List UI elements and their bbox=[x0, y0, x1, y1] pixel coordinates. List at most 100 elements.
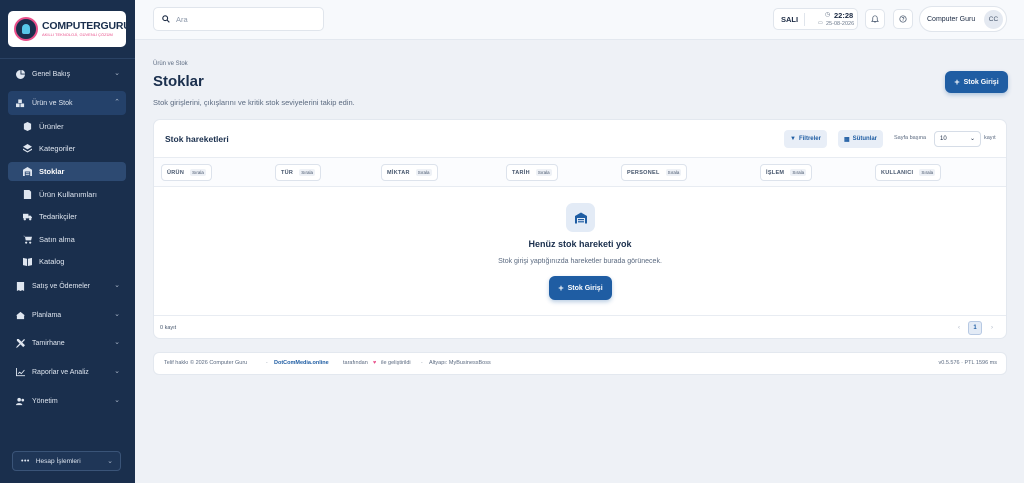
column-header-kullanici[interactable]: KULLANICI Sırala bbox=[875, 164, 942, 181]
chevron-down-icon: ⌄ bbox=[114, 282, 120, 289]
sidebar-item-label: Satın alma bbox=[39, 235, 75, 244]
sort-button[interactable]: Sırala bbox=[190, 169, 206, 176]
chart-pie-icon bbox=[16, 69, 25, 79]
time-label: 22:28 bbox=[834, 11, 854, 20]
page-title: Stoklar bbox=[153, 73, 204, 90]
cart-icon bbox=[23, 235, 32, 244]
empty-state-description: Stok girişi yaptığınızda hareketler bura… bbox=[498, 258, 662, 265]
sidebar-item-label: Yönetim bbox=[32, 397, 58, 405]
column-header-tur[interactable]: TÜR Sırala bbox=[275, 164, 321, 181]
sidebar-item-genel-bakis[interactable]: Genel Bakış ⌄ bbox=[8, 62, 126, 86]
truck-icon bbox=[23, 212, 32, 221]
plus-icon: + bbox=[954, 77, 960, 87]
sort-button[interactable]: Sırala bbox=[665, 169, 682, 176]
plus-icon: + bbox=[558, 283, 564, 293]
sidebar-item-planlama[interactable]: Planlama ⌄ bbox=[8, 303, 126, 327]
tools-icon bbox=[16, 338, 25, 348]
sidebar-item-satis-ve-odemeler[interactable]: Satış ve Ödemeler ⌄ bbox=[8, 274, 126, 298]
column-header-islem[interactable]: İŞLEM Sırala bbox=[760, 164, 813, 181]
columns-button[interactable]: ▦ Sütunlar bbox=[838, 130, 884, 148]
prev-page-button[interactable]: ‹ bbox=[952, 321, 966, 335]
sidebar-item-label: Genel Bakış bbox=[32, 70, 71, 78]
sidebar-item-katalog[interactable]: Katalog bbox=[8, 252, 126, 271]
sidebar-item-raporlar-ve-analiz[interactable]: Raporlar ve Analiz ⌄ bbox=[8, 360, 126, 384]
version-text: v0.5.576 · PTL 1596 ms bbox=[938, 360, 998, 366]
sidebar-item-yonetim[interactable]: Yönetim ⌄ bbox=[8, 389, 126, 413]
sidebar-item-label: Ürün Kullanımları bbox=[39, 190, 97, 199]
search-input[interactable] bbox=[176, 14, 316, 24]
user-name: Computer Guru bbox=[927, 15, 976, 23]
brand-name: COMPUTERGURU bbox=[42, 20, 131, 33]
user-menu[interactable]: Computer Guru CC bbox=[919, 6, 1007, 32]
brand-logo[interactable]: COMPUTERGURU AKILLI TEKNOLOJİ, GÜVENLİ Ç… bbox=[8, 11, 131, 47]
chevron-down-icon: ⌄ bbox=[114, 311, 120, 318]
sort-button[interactable]: Sırala bbox=[919, 169, 936, 176]
next-page-button[interactable]: › bbox=[985, 321, 999, 335]
help-button[interactable] bbox=[893, 9, 913, 29]
sort-button[interactable]: Sırala bbox=[790, 169, 807, 176]
sidebar-item-label: Ürünler bbox=[39, 122, 64, 131]
search-box[interactable] bbox=[153, 7, 324, 31]
per-page-value: 10 bbox=[940, 136, 947, 142]
chevron-down-icon: ⌄ bbox=[114, 368, 120, 375]
box-icon bbox=[23, 122, 32, 131]
sidebar-item-urun-ve-stok[interactable]: Ürün ve Stok ⌃ bbox=[8, 91, 126, 115]
column-name: PERSONEL bbox=[627, 169, 660, 176]
sidebar-item-satin-alma[interactable]: Satın alma bbox=[8, 230, 126, 249]
sidebar-item-label: Kategoriler bbox=[39, 144, 76, 153]
sidebar-item-tedarikciler[interactable]: Tedarikçiler bbox=[8, 207, 126, 226]
account-actions-button[interactable]: ••• Hesap İşlemleri ⌄ bbox=[12, 451, 121, 471]
heart-icon: ♥ bbox=[373, 360, 377, 366]
developed-by-text: tarafından bbox=[343, 360, 368, 366]
boxes-icon bbox=[16, 98, 25, 108]
warehouse-icon bbox=[566, 203, 595, 232]
chevron-up-icon: ⌃ bbox=[114, 99, 120, 106]
sort-button[interactable]: Sırala bbox=[299, 169, 315, 176]
datetime-divider bbox=[804, 13, 805, 26]
sidebar-item-label: Tedarikçiler bbox=[39, 212, 77, 221]
column-header-urun[interactable]: ÜRÜN Sırala bbox=[161, 164, 212, 181]
sidebar-item-urun-kullanimlari[interactable]: Ürün Kullanımları bbox=[8, 185, 126, 204]
column-name: MİKTAR bbox=[387, 169, 410, 176]
datetime-widget: SALI ◷ 22:28 ▭ 25-08-2026 bbox=[773, 8, 858, 30]
sidebar-item-label: Raporlar ve Analiz bbox=[32, 368, 89, 376]
chevron-down-icon: ⌄ bbox=[114, 339, 120, 346]
breadcrumb[interactable]: Ürün ve Stok bbox=[153, 61, 188, 67]
sidebar-item-kategoriler[interactable]: Kategoriler bbox=[8, 139, 126, 158]
stock-entry-button-label: Stok Girişi bbox=[963, 78, 999, 86]
page-description: Stok girişlerini, çıkışlarını ve kritik … bbox=[153, 98, 355, 107]
book-icon bbox=[23, 257, 32, 266]
sort-button[interactable]: Sırala bbox=[535, 169, 552, 176]
developed-suffix-text: ile geliştirildi bbox=[381, 360, 411, 366]
more-dots-icon: ••• bbox=[21, 457, 30, 465]
column-header-personel[interactable]: PERSONEL Sırala bbox=[621, 164, 688, 181]
sidebar-item-label: Katalog bbox=[39, 257, 65, 266]
empty-stock-entry-button[interactable]: + Stok Girişi bbox=[549, 276, 612, 300]
columns-label: Sütunlar bbox=[852, 136, 878, 142]
sidebar: COMPUTERGURU AKILLI TEKNOLOJİ, GÜVENLİ Ç… bbox=[0, 0, 135, 483]
sort-button[interactable]: Sırala bbox=[415, 169, 432, 176]
footer-dot: · bbox=[421, 360, 423, 366]
column-header-tarih[interactable]: TARİH Sırala bbox=[506, 164, 558, 181]
infrastructure-text: Altyapı: MyBusinessBoss bbox=[429, 360, 491, 366]
developer-link[interactable]: DotComMedia.online bbox=[274, 360, 329, 366]
filters-button[interactable]: ▼ Filtreler bbox=[784, 130, 827, 148]
sidebar-item-tamirhane[interactable]: Tamirhane ⌄ bbox=[8, 331, 126, 355]
stock-entry-button[interactable]: + Stok Girişi bbox=[945, 71, 1008, 93]
card-title: Stok hareketleri bbox=[165, 134, 229, 144]
chevron-down-icon: ⌄ bbox=[969, 136, 975, 142]
sidebar-item-urunler[interactable]: Ürünler bbox=[8, 117, 126, 136]
clock-icon: ◷ bbox=[825, 12, 831, 18]
account-actions-label: Hesap İşlemleri bbox=[35, 457, 81, 465]
column-header-miktar[interactable]: MİKTAR Sırala bbox=[381, 164, 438, 181]
chevron-down-icon: ⌄ bbox=[107, 458, 113, 465]
columns-icon: ▦ bbox=[844, 136, 850, 143]
stock-movements-card: Stok hareketleri ▼ Filtreler ▦ Sütunlar … bbox=[153, 119, 1007, 339]
page-number-button[interactable]: 1 bbox=[968, 321, 982, 335]
sidebar-item-stoklar[interactable]: Stoklar bbox=[8, 162, 126, 181]
day-label: SALI bbox=[781, 15, 799, 24]
per-page-label: Sayfa başına bbox=[894, 135, 927, 141]
per-page-select[interactable]: 10 ⌄ bbox=[934, 131, 981, 147]
sidebar-divider bbox=[0, 58, 135, 59]
notifications-button[interactable] bbox=[865, 9, 885, 29]
